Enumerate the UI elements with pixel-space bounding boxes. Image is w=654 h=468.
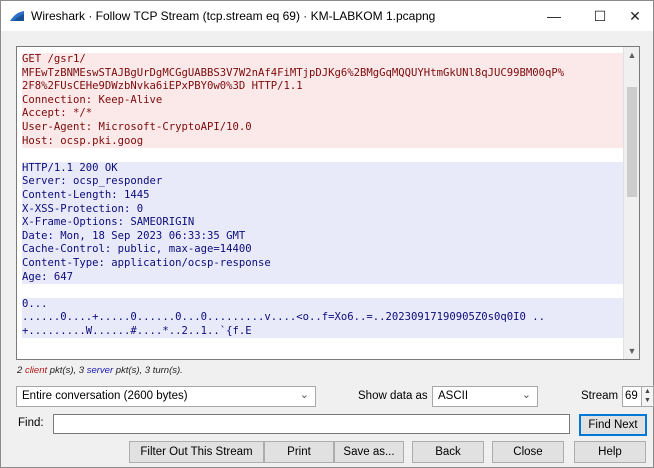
print-button[interactable]: Print [264,441,334,463]
stream-number-input[interactable]: 69 [622,386,642,407]
title-bar[interactable]: Wireshark · Follow TCP Stream (tcp.strea… [1,1,653,31]
stream-spin-arrows-icon[interactable]: ▲ ▼ [641,386,654,407]
stats-middle: pkt(s), 3 [47,365,87,376]
server-stream-line: ......0....+.....0......0...0.........v.… [22,311,624,325]
conversation-select[interactable]: Entire conversation (2600 bytes) ⌄ [16,386,316,407]
find-next-button[interactable]: Find Next [579,414,647,436]
conversation-select-value: Entire conversation (2600 bytes) [22,390,188,402]
stream-label: Stream [581,390,619,402]
close-window-button[interactable]: ✕ [616,1,654,31]
client-stream-line: MFEwTzBNMEswSTAJBgUrDgMCGgUABBS3V7W2nAf4… [22,66,624,81]
close-button[interactable]: Close [492,441,564,463]
stats-suffix: pkt(s), 3 turn(s). [113,365,183,376]
stream-blank-line [22,284,624,298]
client-stream-line: Accept: */* [22,107,624,121]
save-as-button[interactable]: Save as... [334,441,404,463]
scroll-thumb[interactable] [627,87,637,197]
filter-out-stream-button[interactable]: Filter Out This Stream [129,441,264,463]
help-button[interactable]: Help [574,441,646,463]
find-input[interactable] [53,414,570,434]
server-stream-line: Cache-Control: public, max-age=14400 [22,243,624,257]
client-stream-line: GET /gsr1/ [22,53,624,67]
stream-text[interactable]: GET /gsr1/MFEwTzBNMEswSTAJBgUrDgMCGgUABB… [17,47,624,359]
server-stream-line: Content-Length: 1445 [22,188,624,203]
client-stream-line: User-Agent: Microsoft-CryptoAPI/10.0 [22,120,624,135]
server-stream-line: X-XSS-Protection: 0 [22,202,624,217]
server-stream-line: X-Frame-Options: SAMEORIGIN [22,216,624,230]
chevron-down-icon: ⌄ [299,389,309,401]
scroll-up-arrow-icon[interactable]: ▲ [624,47,639,63]
server-stream-line: Content-Type: application/ocsp-response [22,256,624,271]
wireshark-fin-icon [10,11,24,21]
stats-client-word: client [24,365,48,376]
server-stream-line: 0... [22,297,624,312]
stats-server-word: server [86,365,114,376]
back-button[interactable]: Back [412,441,484,463]
server-stream-line: +.........W......#....*..2..1..`{f.E [22,324,624,339]
find-label: Find: [18,417,44,429]
packet-stats: 2 client pkt(s), 3 server pkt(s), 3 turn… [17,365,183,376]
show-data-select[interactable]: ASCII ⌄ [432,386,538,407]
server-stream-line: Age: 647 [22,270,624,285]
show-data-select-value: ASCII [438,390,469,402]
client-stream-line: Host: ocsp.pki.goog [22,134,624,149]
server-stream-line: HTTP/1.1 200 OK [22,161,624,176]
stream-content-area[interactable]: GET /gsr1/MFEwTzBNMEswSTAJBgUrDgMCGgUABB… [16,46,640,360]
follow-tcp-stream-window: Wireshark · Follow TCP Stream (tcp.strea… [0,0,654,468]
server-stream-line: Server: ocsp_responder [22,175,624,189]
vertical-scrollbar[interactable]: ▲ ▼ [623,47,639,359]
stream-blank-line [22,148,624,162]
scroll-down-arrow-icon[interactable]: ▼ [624,343,639,359]
client-stream-line: Connection: Keep-Alive [22,93,624,108]
show-data-label: Show data as [358,390,428,402]
minimize-button[interactable]: — [531,1,577,31]
server-stream-line: Date: Mon, 18 Sep 2023 06:33:35 GMT [22,229,624,244]
window-title: Wireshark · Follow TCP Stream (tcp.strea… [31,9,436,23]
client-stream-line: 2F8%2FUsCEHe9DWzbNvka6iEPxPBY0w0%3D HTTP… [22,80,624,94]
stats-prefix: 2 [17,365,25,376]
chevron-down-icon: ⌄ [521,389,531,401]
